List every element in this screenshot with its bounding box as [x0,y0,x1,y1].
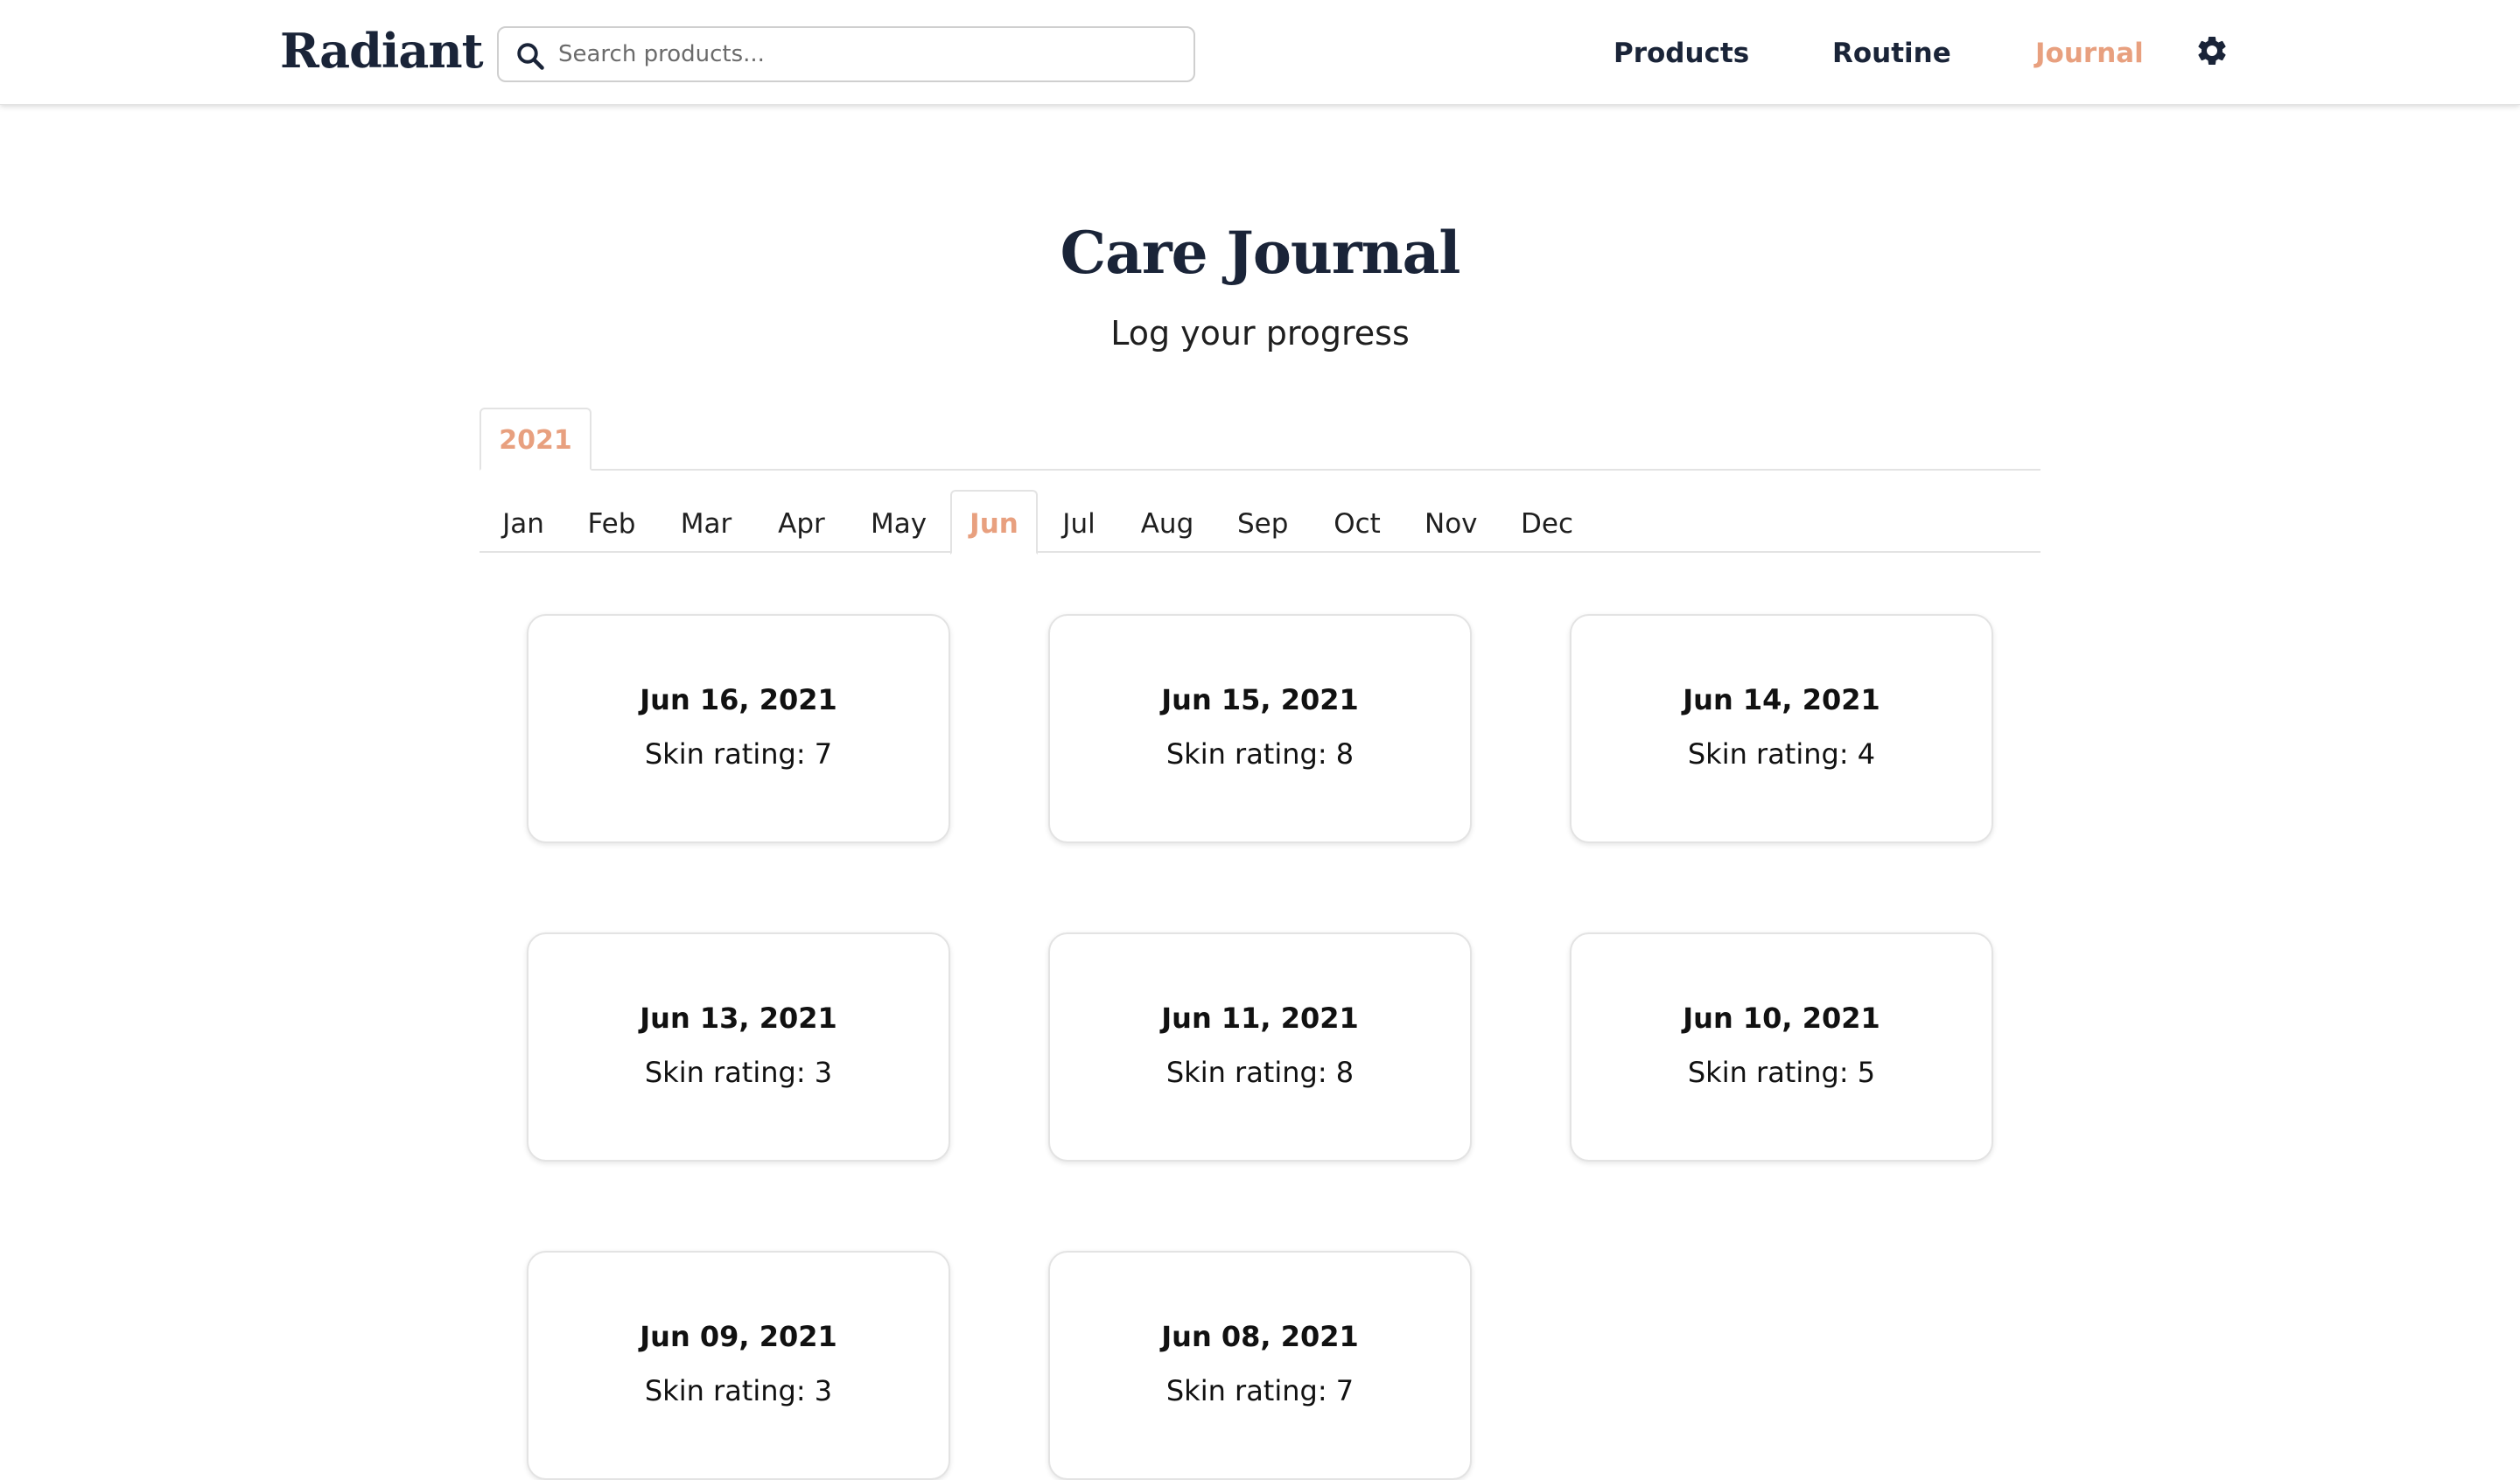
journal-card[interactable]: Jun 08, 2021 Skin rating: 7 [1048,1251,1472,1480]
journal-entries: Jun 16, 2021 Skin rating: 7 Jun 15, 2021… [0,0,2520,1480]
entry-date: Jun 08, 2021 [1161,1320,1359,1353]
journal-card[interactable]: Jun 09, 2021 Skin rating: 3 [527,1251,950,1480]
entry-rating: Skin rating: 3 [644,1056,833,1089]
entry-rating: Skin rating: 8 [1166,737,1354,771]
entry-date: Jun 16, 2021 [640,683,837,716]
search-input[interactable] [558,28,1171,80]
entry-rating: Skin rating: 3 [644,1374,833,1407]
entry-date: Jun 15, 2021 [1161,683,1359,716]
journal-card[interactable]: Jun 13, 2021 Skin rating: 3 [527,932,950,1162]
journal-card[interactable]: Jun 11, 2021 Skin rating: 8 [1048,932,1472,1162]
journal-card[interactable]: Jun 10, 2021 Skin rating: 5 [1570,932,1993,1162]
nav-journal[interactable]: Journal [2035,31,2144,75]
gear-icon[interactable] [2194,33,2230,68]
journal-card[interactable]: Jun 14, 2021 Skin rating: 4 [1570,614,1993,843]
entry-rating: Skin rating: 7 [644,737,833,771]
entry-date: Jun 10, 2021 [1683,1002,1880,1035]
entry-date: Jun 13, 2021 [640,1002,837,1035]
entry-date: Jun 14, 2021 [1683,683,1880,716]
entry-rating: Skin rating: 4 [1687,737,1876,771]
search-box[interactable] [497,26,1195,82]
nav-products[interactable]: Products [1614,31,1749,75]
search-icon [517,43,544,70]
journal-card[interactable]: Jun 16, 2021 Skin rating: 7 [527,614,950,843]
entry-rating: Skin rating: 8 [1166,1056,1354,1089]
top-navbar: Radiant Products Routine Journal [0,0,2520,105]
journal-card[interactable]: Jun 15, 2021 Skin rating: 8 [1048,614,1472,843]
nav-routine[interactable]: Routine [1832,31,1951,75]
entry-date: Jun 11, 2021 [1161,1002,1359,1035]
brand-logo[interactable]: Radiant [280,23,484,79]
entry-rating: Skin rating: 7 [1166,1374,1354,1407]
entry-date: Jun 09, 2021 [640,1320,837,1353]
entry-rating: Skin rating: 5 [1687,1056,1876,1089]
